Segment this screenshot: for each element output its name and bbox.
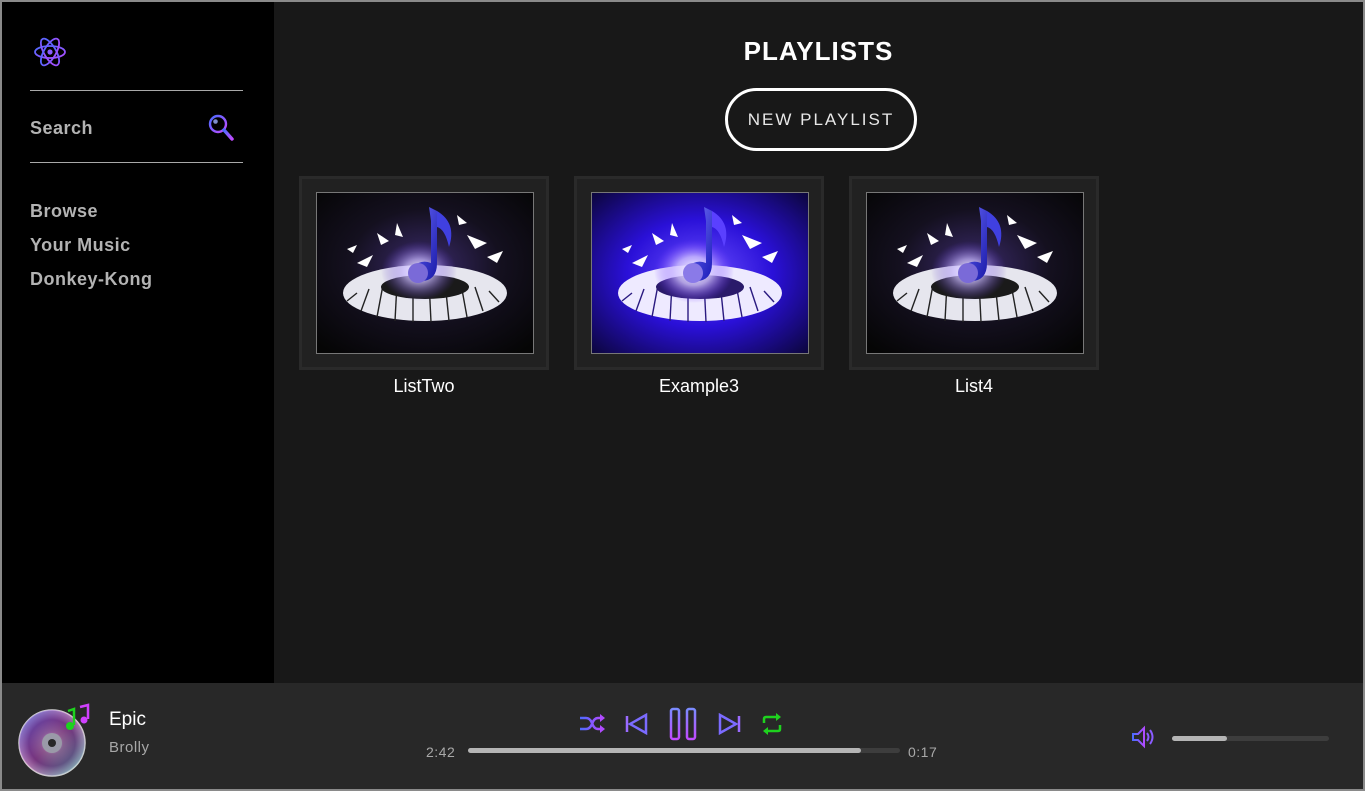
playlist-card-frame <box>849 176 1099 370</box>
sidebar-item-donkey-kong[interactable]: Donkey-Kong <box>30 256 153 302</box>
album-art <box>18 703 90 777</box>
playlist-cover-image <box>591 192 809 354</box>
page-title: PLAYLISTS <box>743 36 894 66</box>
atom-icon[interactable] <box>32 34 68 70</box>
search-icon[interactable] <box>207 113 235 143</box>
elapsed-time: 2:42 <box>426 744 456 760</box>
playlist-card-frame <box>574 176 824 370</box>
previous-icon[interactable] <box>622 709 652 739</box>
playlist-name: Example3 <box>658 376 740 396</box>
now-playing-artist[interactable]: Brolly <box>109 739 150 756</box>
sidebar-nav: Browse Your Music Donkey-Kong <box>30 188 153 302</box>
playback-controls <box>578 707 786 741</box>
playlist-grid: ListTwo Example3 List4 <box>299 176 1124 397</box>
volume-slider[interactable] <box>1172 736 1329 741</box>
playlist-name: ListTwo <box>393 376 455 396</box>
playlist-card[interactable]: ListTwo <box>299 176 549 397</box>
now-playing-title: Epic <box>109 709 146 730</box>
progress-bar[interactable] <box>468 748 900 753</box>
pause-icon[interactable] <box>666 707 700 741</box>
progress-fill <box>468 748 862 753</box>
volume-fill <box>1172 736 1227 741</box>
new-playlist-button[interactable]: NEW PLAYLIST <box>725 88 917 151</box>
main-content: PLAYLISTS NEW PLAYLIST ListTwo Example3 … <box>274 2 1363 683</box>
sidebar: Search Browse Your Music Donkey-Kong <box>2 2 274 683</box>
sidebar-divider-bottom <box>30 162 243 163</box>
shuffle-icon[interactable] <box>578 709 606 739</box>
playlist-card[interactable]: List4 <box>849 176 1099 397</box>
sidebar-item-label: Donkey-Kong <box>30 268 153 289</box>
sidebar-search[interactable]: Search <box>30 110 235 146</box>
playlist-cover-image <box>316 192 534 354</box>
sidebar-item-label: Browse <box>30 200 99 221</box>
next-icon[interactable] <box>714 709 744 739</box>
playlist-name: List4 <box>954 376 994 396</box>
sidebar-divider-top <box>30 90 243 91</box>
volume-icon[interactable] <box>1130 725 1158 749</box>
playlist-card-frame <box>299 176 549 370</box>
playlist-cover-image <box>866 192 1084 354</box>
remaining-time: 0:17 <box>908 744 938 760</box>
player-bar: Epic Brolly 2:42 0:17 <box>2 683 1363 789</box>
sidebar-item-label: Your Music <box>30 234 131 255</box>
repeat-icon[interactable] <box>758 709 786 739</box>
playlist-card[interactable]: Example3 <box>574 176 824 397</box>
search-label: Search <box>30 117 94 138</box>
